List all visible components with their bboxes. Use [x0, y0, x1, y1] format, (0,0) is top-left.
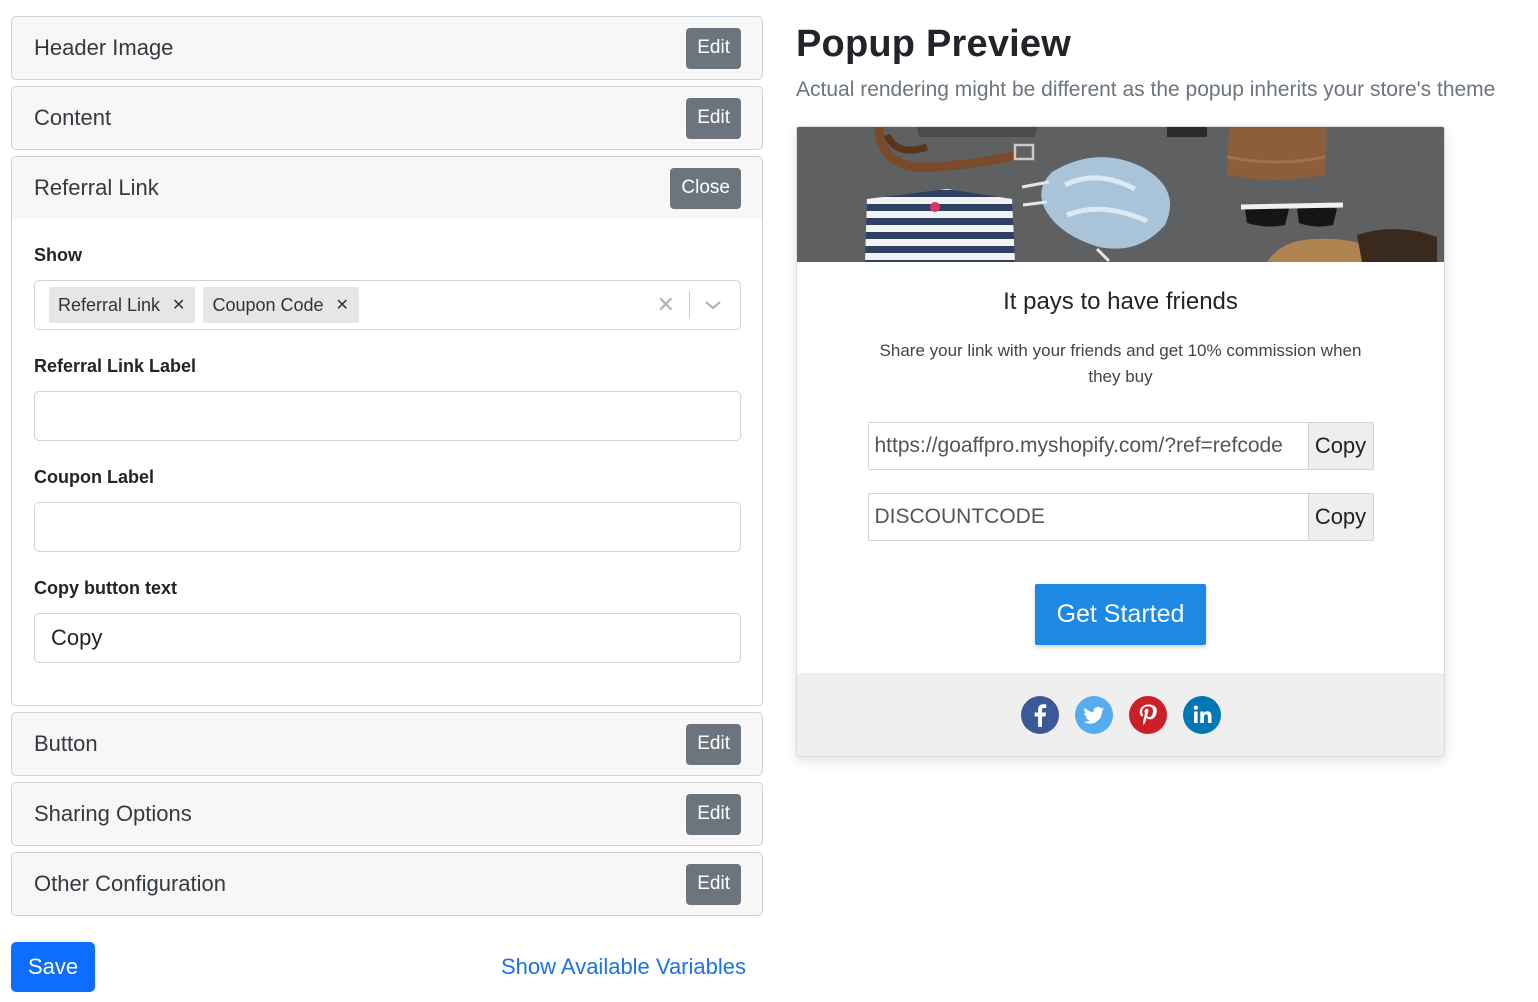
popup-body: It pays to have friends Share your link …: [797, 262, 1444, 673]
copy-button-text-title: Copy button text: [34, 578, 177, 598]
popup-description: Share your link with your friends and ge…: [879, 341, 1362, 386]
facebook-icon[interactable]: [1020, 695, 1059, 734]
referral-link-label-title: Referral Link Label: [34, 356, 197, 376]
section-other-configuration: Other Configuration Edit: [11, 852, 763, 916]
copy-button-text-input[interactable]: [34, 613, 741, 663]
twitter-icon[interactable]: [1074, 695, 1113, 734]
chip-coupon-code: Coupon Code ✕: [203, 287, 359, 323]
referral-link-label-input[interactable]: [34, 391, 741, 441]
referral-link-label-field: Referral Link Label: [34, 356, 741, 441]
coupon-label-title: Coupon Label: [34, 467, 154, 487]
save-button[interactable]: Save: [11, 942, 96, 992]
section-header: Button Edit: [12, 713, 762, 775]
section-header: Referral Link Close: [12, 157, 762, 219]
coupon-label-field: Coupon Label: [34, 467, 741, 552]
close-button[interactable]: Close: [670, 167, 741, 209]
coupon-copy-group: Copy: [867, 493, 1374, 541]
social-share-bar: [797, 673, 1444, 756]
chevron-down-icon[interactable]: [690, 299, 726, 311]
popup-heading: It pays to have friends: [1003, 288, 1238, 315]
section-title: Sharing Options: [34, 801, 192, 826]
show-label: Show: [34, 245, 82, 265]
copy-coupon-button[interactable]: Copy: [1307, 494, 1373, 540]
section-header-image: Header Image Edit: [11, 16, 763, 80]
section-title: Content: [34, 105, 112, 130]
section-title: Other Configuration: [34, 871, 226, 896]
show-variables-link[interactable]: Show Available Variables: [501, 954, 746, 980]
referral-link-field[interactable]: [868, 423, 1308, 469]
preview-subtitle: Actual rendering might be different as t…: [796, 78, 1496, 101]
section-title: Header Image: [34, 35, 174, 60]
coupon-label-input[interactable]: [34, 502, 741, 552]
copy-button-text-field: Copy button text: [34, 578, 741, 663]
section-header: Content Edit: [12, 87, 762, 149]
section-title: Referral Link: [34, 175, 159, 200]
chip-label: Referral Link: [58, 294, 161, 315]
preview-panel: Popup Preview Actual rendering might be …: [796, 16, 1536, 757]
linkedin-icon[interactable]: [1182, 695, 1221, 734]
settings-panel: Header Image Edit Content Edit Referral …: [11, 16, 763, 922]
section-button: Button Edit: [11, 712, 763, 776]
remove-chip-icon[interactable]: ✕: [160, 295, 195, 315]
get-started-button[interactable]: Get Started: [1034, 584, 1207, 645]
edit-button[interactable]: Edit: [686, 97, 741, 139]
referral-link-copy-group: Copy: [867, 422, 1374, 470]
section-header: Other Configuration Edit: [12, 853, 762, 915]
clear-all-icon[interactable]: ✕: [643, 292, 689, 318]
section-header: Header Image Edit: [12, 17, 762, 79]
section-content: Content Edit: [11, 86, 763, 150]
show-field: Show Referral Link ✕ Coupon Code ✕ ✕: [34, 245, 741, 330]
chip-label: Coupon Code: [212, 294, 324, 315]
section-body: Show Referral Link ✕ Coupon Code ✕ ✕ Ref…: [12, 219, 762, 705]
copy-link-button[interactable]: Copy: [1307, 423, 1373, 469]
edit-button[interactable]: Edit: [686, 793, 741, 835]
page-title: Popup Preview: [796, 23, 1072, 65]
footer-actions: Save Show Available Variables: [11, 942, 763, 992]
chip-referral-link: Referral Link ✕: [49, 287, 196, 323]
popup-preview: It pays to have friends Share your link …: [796, 126, 1445, 757]
header-image: [797, 127, 1444, 262]
section-sharing-options: Sharing Options Edit: [11, 782, 763, 846]
edit-button[interactable]: Edit: [686, 863, 741, 905]
section-title: Button: [34, 731, 98, 756]
edit-button[interactable]: Edit: [686, 723, 741, 765]
remove-chip-icon[interactable]: ✕: [324, 295, 359, 315]
section-referral-link: Referral Link Close Show Referral Link ✕…: [11, 156, 763, 706]
coupon-code-field[interactable]: [868, 494, 1308, 540]
show-multiselect[interactable]: Referral Link ✕ Coupon Code ✕ ✕: [34, 280, 741, 330]
edit-button[interactable]: Edit: [686, 27, 741, 69]
pinterest-icon[interactable]: [1128, 695, 1167, 734]
section-header: Sharing Options Edit: [12, 783, 762, 845]
